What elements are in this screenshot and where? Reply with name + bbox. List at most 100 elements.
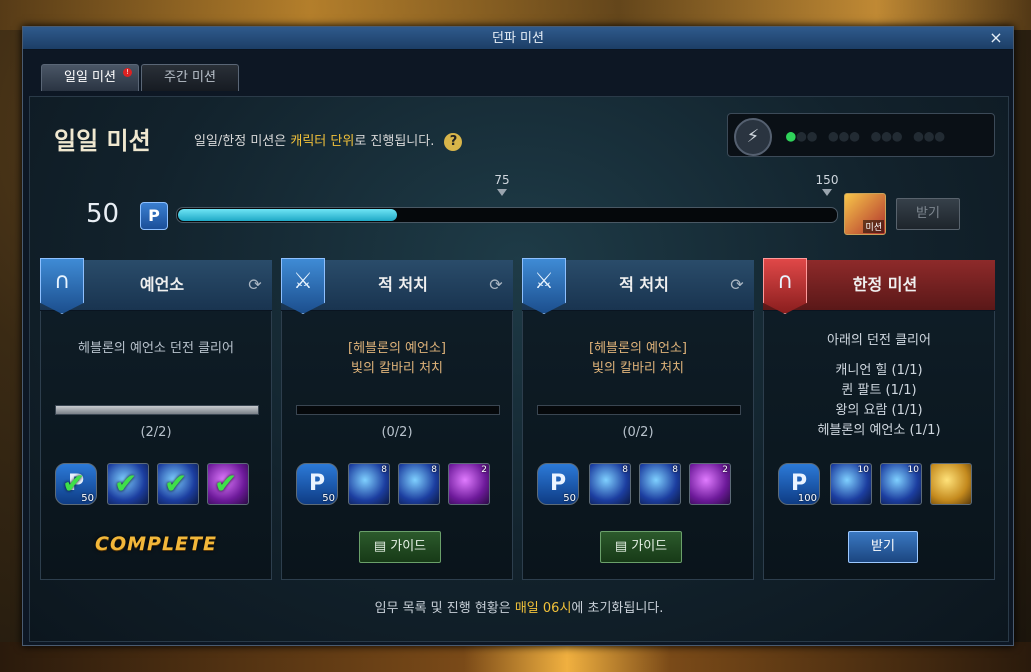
- orb-reward-icon[interactable]: ✔: [157, 463, 199, 505]
- mission-panel: 일일 미션 일일/한정 미션은 캐릭터 단위로 진행됩니다. ? ⚡ ●●● ●…: [29, 96, 1009, 642]
- check-icon: ✔: [164, 467, 188, 500]
- claim-milestone-button[interactable]: 받기: [896, 198, 960, 230]
- orb-reward-icon[interactable]: 8: [348, 463, 390, 505]
- mission-card-prophecy: ∩ 예언소 ⟳ 헤블론의 예언소 던전 클리어 (2/2) P 50 ✔ ✔ ✔ ✔…: [40, 258, 272, 580]
- mission-window: 던파 미션 × 일일 미션 ! 주간 미션 일일 미션 일일/한정 미션은 캐릭…: [22, 26, 1014, 646]
- lightning-icon: ⚡: [734, 118, 772, 156]
- gold-box-reward-icon[interactable]: [930, 463, 972, 505]
- milestone-marker-icon: [822, 189, 832, 196]
- purple-reward-icon[interactable]: ✔: [207, 463, 249, 505]
- header-description: 일일/한정 미션은 캐릭터 단위로 진행됩니다. ?: [194, 130, 463, 151]
- card-progress-bar: [296, 405, 500, 415]
- card-description: 아래의 던전 클리어 캐니언 힐 (1/1) 퀸 팔트 (1/1) 왕의 요람 …: [774, 331, 984, 441]
- orb-reward-icon[interactable]: 10: [830, 463, 872, 505]
- orb-reward-icon[interactable]: 10: [880, 463, 922, 505]
- fatigue-gauge: ⚡ ●●● ●●● ●●● ●●●: [727, 113, 995, 157]
- complete-label: COMPLETE: [95, 533, 217, 555]
- milestone-150: 150: [807, 173, 847, 196]
- point-reward-icon[interactable]: P 50: [296, 463, 338, 505]
- card-progress-text: (0/2): [381, 425, 413, 440]
- check-icon: ✔: [62, 467, 86, 500]
- orb-reward-icon[interactable]: 8: [639, 463, 681, 505]
- page-title: 일일 미션: [54, 127, 151, 155]
- footer-notice: 임무 목록 및 진행 현황은 매일 06시에 초기화됩니다.: [374, 601, 664, 616]
- card-progress-bar: [537, 405, 741, 415]
- alert-badge: !: [123, 68, 132, 77]
- title-bar[interactable]: 던파 미션 ×: [23, 27, 1013, 50]
- mission-card-limited: ∩ 한정 미션 아래의 던전 클리어 캐니언 힐 (1/1) 퀸 팔트 (1/1…: [763, 258, 995, 580]
- card-title: 예언소: [139, 275, 185, 294]
- point-reward-icon[interactable]: P 50: [537, 463, 579, 505]
- reward-label: 미션: [863, 220, 884, 233]
- desc-line-1: [헤블론의 예언소]: [348, 341, 446, 356]
- point-progress-bar: [176, 207, 838, 223]
- refresh-icon[interactable]: ⟳: [246, 276, 264, 294]
- claim-button[interactable]: 받기: [848, 531, 918, 563]
- card-progress-fill: [56, 406, 258, 414]
- milestone-150-label: 150: [815, 173, 839, 187]
- gate-icon: ∩: [40, 258, 84, 314]
- desc-line-2: 빛의 칼바리 처치: [351, 361, 443, 376]
- milestone-marker-icon: [497, 189, 507, 196]
- dungeon-item: 캐니언 힐 (1/1): [835, 363, 923, 378]
- card-description: 헤블론의 예언소 던전 클리어: [78, 341, 234, 356]
- desc-pre: 일일/한정 미션은: [194, 134, 291, 149]
- help-icon[interactable]: ?: [444, 133, 463, 151]
- desc-line-2: 빛의 칼바리 처치: [592, 361, 684, 376]
- mission-card-enemy-1: ⚔ 적 처치 ⟳ [헤블론의 예언소] 빛의 칼바리 처치 (0/2) P 50 …: [281, 258, 513, 580]
- refresh-icon[interactable]: ⟳: [487, 276, 505, 294]
- card-progress-bar: [55, 405, 259, 415]
- desc-highlight: 캐릭터 단위: [290, 134, 355, 149]
- point-reward-icon[interactable]: P 50 ✔: [55, 463, 97, 505]
- card-description: [헤블론의 예언소] 빛의 칼바리 처치: [292, 339, 502, 379]
- card-header: ∩ 예언소 ⟳: [40, 258, 272, 314]
- orb-reward-icon[interactable]: 8: [398, 463, 440, 505]
- dungeon-item: 헤블론의 예언소 (1/1): [817, 423, 941, 438]
- card-title: 한정 미션: [852, 275, 918, 294]
- card-header: ∩ 한정 미션: [763, 258, 995, 314]
- tab-daily-label: 일일 미션: [64, 70, 116, 85]
- reward-items: P 100 10 10: [778, 463, 980, 507]
- reward-items: P 50 8 8 2: [537, 463, 739, 507]
- point-reward-icon[interactable]: P 100: [778, 463, 820, 505]
- tab-weekly[interactable]: 주간 미션: [141, 64, 239, 91]
- card-header: ⚔ 적 처치 ⟳: [281, 258, 513, 314]
- card-progress-text: (2/2): [140, 425, 172, 440]
- sword-icon: ⚔: [522, 258, 566, 314]
- window-title: 던파 미션: [492, 31, 544, 46]
- gate-icon: ∩: [763, 258, 807, 314]
- guide-button[interactable]: ▤ 가이드: [600, 531, 682, 563]
- orb-reward-icon[interactable]: ✔: [107, 463, 149, 505]
- card-title: 적 처치: [378, 275, 428, 294]
- card-progress-text: (0/2): [622, 425, 654, 440]
- desc-line: 아래의 던전 클리어: [827, 333, 931, 348]
- check-icon: ✔: [114, 467, 138, 500]
- reward-items: P 50 8 8 2: [296, 463, 498, 507]
- mission-card-enemy-2: ⚔ 적 처치 ⟳ [헤블론의 예언소] 빛의 칼바리 처치 (0/2) P 50 …: [522, 258, 754, 580]
- card-title: 적 처치: [619, 275, 669, 294]
- point-score: 50: [86, 199, 120, 229]
- guide-button[interactable]: ▤ 가이드: [359, 531, 441, 563]
- card-header: ⚔ 적 처치 ⟳: [522, 258, 754, 314]
- tab-weekly-label: 주간 미션: [164, 70, 216, 85]
- background-bottom: [0, 642, 1031, 672]
- milestone-75-label: 75: [494, 173, 510, 187]
- refresh-icon[interactable]: ⟳: [728, 276, 746, 294]
- book-icon: ▤: [373, 539, 391, 554]
- purple-reward-icon[interactable]: 2: [689, 463, 731, 505]
- milestone-reward-icon[interactable]: 미션: [844, 193, 886, 235]
- tab-daily[interactable]: 일일 미션 !: [41, 64, 139, 91]
- close-icon[interactable]: ×: [987, 29, 1005, 47]
- desc-post: 로 진행됩니다.: [354, 134, 435, 149]
- fatigue-dots: ●●● ●●● ●●● ●●●: [786, 126, 946, 145]
- check-icon: ✔: [214, 467, 238, 500]
- purple-reward-icon[interactable]: 2: [448, 463, 490, 505]
- milestone-75: 75: [482, 173, 522, 196]
- point-progress-fill: [178, 209, 398, 221]
- card-description: [헤블론의 예언소] 빛의 칼바리 처치: [533, 339, 743, 379]
- reward-items: P 50 ✔ ✔ ✔ ✔: [55, 463, 257, 507]
- dungeon-item: 왕의 요람 (1/1): [835, 403, 923, 418]
- desc-line-1: [헤블론의 예언소]: [589, 341, 687, 356]
- orb-reward-icon[interactable]: 8: [589, 463, 631, 505]
- book-icon: ▤: [614, 539, 632, 554]
